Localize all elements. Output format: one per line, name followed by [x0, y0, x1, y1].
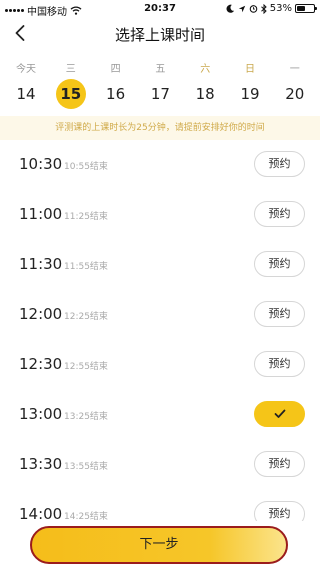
- date-item[interactable]: 17: [145, 79, 175, 109]
- slot-end-time: 11:55结束: [64, 262, 108, 272]
- slot-end-time: 10:55结束: [64, 162, 108, 172]
- slot-start-time: 11:00: [19, 205, 63, 223]
- moon-icon: [226, 4, 234, 13]
- battery-icon: [295, 4, 317, 13]
- slot-end-time: 12:55结束: [64, 362, 108, 372]
- battery-level: [297, 6, 306, 11]
- slot-end-time: 11:25结束: [64, 212, 108, 222]
- location-icon: [238, 5, 245, 12]
- slot-start-time: 12:00: [19, 305, 63, 323]
- date-item[interactable]: 14: [11, 79, 41, 109]
- time-slot-row: 13:00 13:25结束: [0, 390, 320, 440]
- weekday-label: 今天: [16, 64, 36, 75]
- book-button[interactable]: 预约: [254, 151, 305, 177]
- weekday-row: 今天 三 四 五 六 日 一: [0, 60, 320, 75]
- date-item[interactable]: 18: [190, 79, 220, 109]
- book-button[interactable]: 预约: [254, 301, 305, 327]
- date-item-selected[interactable]: 15: [55, 79, 86, 109]
- time-slot-row: 11:00 11:25结束 预约: [0, 190, 320, 240]
- weekday-label: 六: [200, 64, 211, 75]
- nav-bar: 选择上课时间: [0, 18, 320, 48]
- alarm-icon: [249, 5, 258, 13]
- book-button[interactable]: 预约: [254, 451, 305, 477]
- duration-notice: 评测课的上课时长为25分钟，请提前安排好你的时间: [0, 116, 320, 140]
- battery-percent: 53%: [269, 3, 292, 14]
- slot-start-time: 12:30: [19, 355, 63, 373]
- date-item[interactable]: 20: [280, 79, 310, 109]
- slot-start-time: 13:00: [19, 405, 63, 423]
- bottom-bar: 下一步: [0, 521, 320, 569]
- time-slot-row: 11:30 11:55结束 预约: [0, 240, 320, 290]
- time-slot-row: 10:30 10:55结束 预约: [0, 140, 320, 190]
- checkmark-icon: [274, 409, 285, 418]
- slot-start-time: 13:30: [19, 455, 63, 473]
- book-button[interactable]: 预约: [254, 351, 305, 377]
- booked-button[interactable]: [254, 401, 305, 427]
- weekday-label: 一: [289, 64, 300, 75]
- time-slot-row: 12:00 12:25结束 预约: [0, 290, 320, 340]
- date-row: 14 15 16 17 18 19 20: [0, 79, 320, 109]
- page-title: 选择上课时间: [114, 26, 205, 44]
- status-bar: 中国移动 20:37 53%: [0, 0, 320, 18]
- slot-end-time: 13:55结束: [64, 462, 108, 472]
- status-right: 53%: [226, 3, 317, 14]
- slot-start-time: 11:30: [19, 255, 63, 273]
- next-step-button[interactable]: 下一步: [30, 526, 288, 564]
- bluetooth-icon: [260, 3, 267, 14]
- book-button[interactable]: 预约: [254, 201, 305, 227]
- weekday-label: 四: [110, 64, 121, 75]
- book-button[interactable]: 预约: [254, 251, 305, 277]
- weekday-label: 三: [65, 64, 76, 75]
- date-item[interactable]: 16: [101, 79, 131, 109]
- time-slot-row: 12:30 12:55结束 预约: [0, 340, 320, 390]
- weekday-label: 日: [245, 64, 255, 75]
- time-slot-row: 13:30 13:55结束 预约: [0, 440, 320, 490]
- weekday-label: 五: [155, 64, 166, 75]
- date-item[interactable]: 19: [235, 79, 265, 109]
- slot-start-time: 10:30: [19, 155, 63, 173]
- slot-end-time: 12:25结束: [64, 312, 108, 322]
- slot-end-time: 13:25结束: [64, 412, 108, 422]
